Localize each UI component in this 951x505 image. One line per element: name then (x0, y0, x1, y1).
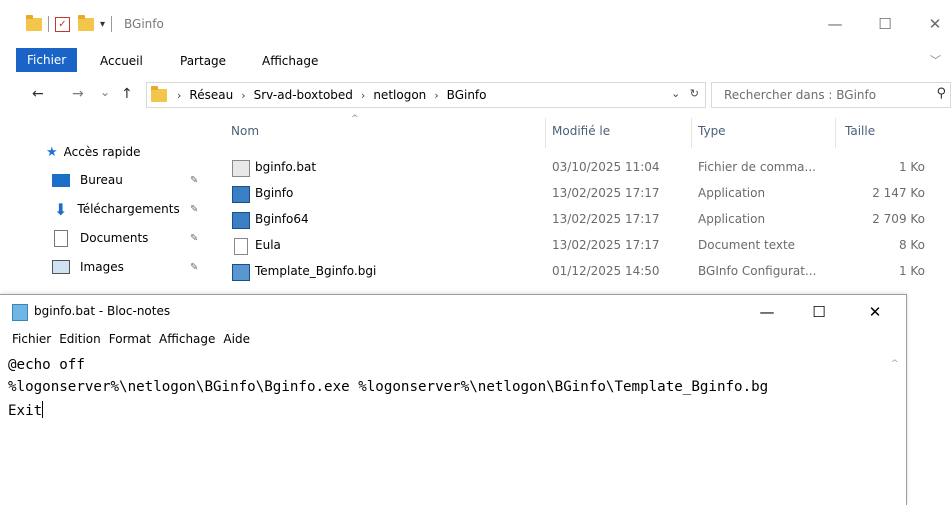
pictures-icon (52, 260, 70, 274)
pin-icon[interactable]: ✎ (190, 262, 198, 273)
notepad-vertical-scrollbar[interactable]: ^ (886, 353, 906, 505)
file-row-bginfo64[interactable]: Bginfo64 13/02/2025 17:17 Application 2 … (205, 208, 951, 232)
column-divider[interactable] (835, 118, 836, 148)
notepad-icon (12, 304, 28, 321)
ribbon-expand-icon[interactable]: ﹀ (930, 52, 941, 68)
menu-fichier[interactable]: Fichier (12, 332, 51, 352)
search-placeholder: Rechercher dans : BGinfo (724, 88, 877, 102)
back-arrow-icon[interactable]: ← (32, 86, 44, 102)
breadcrumb-reseau[interactable]: Réseau (189, 88, 233, 102)
breadcrumb-separator-icon: › (241, 88, 246, 102)
nav-item-documents[interactable]: Documents ✎ (0, 225, 205, 251)
navigation-pane: ★ Accès rapide Bureau ✎ ⬇ Téléchargement… (0, 114, 205, 294)
recent-locations-chevron-icon[interactable]: ⌄ (100, 85, 110, 99)
new-folder-icon[interactable] (78, 14, 94, 31)
toolbar-separator (111, 16, 113, 32)
column-divider[interactable] (691, 118, 692, 148)
address-row: ← → ⌄ ↑ › Réseau › Srv-ad-boxtobed › net… (0, 80, 951, 110)
refresh-icon[interactable]: ↻ (690, 87, 699, 100)
notepad-text-area[interactable]: @echo off %logonserver%\netlogon\BGinfo\… (0, 353, 886, 505)
menu-edition[interactable]: Edition (59, 332, 101, 352)
column-divider[interactable] (545, 118, 546, 148)
menu-affichage[interactable]: Affichage (159, 332, 215, 352)
notepad-menubar: Fichier Edition Format Affichage Aide (0, 332, 258, 352)
folder-icon (26, 14, 42, 31)
notepad-title: bginfo.bat - Bloc-notes (34, 304, 171, 318)
quick-access-toolbar: ✓ ▾ BGinfo (26, 14, 164, 34)
nav-item-bureau[interactable]: Bureau ✎ (0, 167, 205, 193)
file-row-template-bginfo[interactable]: Template_Bginfo.bgi 01/12/2025 14:50 BGI… (205, 260, 951, 284)
desktop-icon (52, 173, 70, 187)
column-header-size[interactable]: Taille (845, 124, 875, 138)
breadcrumb-netlogon[interactable]: netlogon (373, 88, 426, 102)
customize-toolbar-dropdown-icon[interactable]: ▾ (100, 19, 105, 30)
address-controls: ⌄ ↻ (671, 87, 699, 100)
tab-affichage[interactable]: Affichage (262, 51, 318, 71)
search-icon[interactable]: ⚲ (936, 86, 946, 101)
scroll-up-arrow-icon[interactable]: ^ (891, 359, 899, 369)
window-title: BGinfo (124, 17, 164, 31)
text-document-icon (234, 238, 248, 255)
file-row-eula[interactable]: Eula 13/02/2025 17:17 Document texte 8 K… (205, 234, 951, 258)
tab-fichier[interactable]: Fichier (16, 48, 78, 72)
properties-check-icon[interactable]: ✓ (55, 16, 70, 32)
application-icon (232, 212, 250, 229)
address-bar[interactable]: › Réseau › Srv-ad-boxtobed › netlogon › … (146, 82, 706, 108)
documents-icon (54, 229, 68, 247)
text-line: @echo off (8, 357, 85, 373)
download-arrow-icon: ⬇ (54, 199, 68, 219)
bginfo-config-icon (232, 264, 250, 281)
batch-file-icon (232, 160, 250, 177)
file-row-bginfo-bat[interactable]: bginfo.bat 03/10/2025 11:04 Fichier de c… (205, 156, 951, 180)
tab-partage[interactable]: Partage (180, 51, 226, 71)
close-button[interactable]: ✕ (912, 12, 951, 36)
column-header-type[interactable]: Type (698, 124, 726, 138)
file-list: ^ Nom Modifié le Type Taille bginfo.bat … (205, 110, 951, 295)
address-dropdown-icon[interactable]: ⌄ (671, 87, 680, 100)
notepad-window: bginfo.bat - Bloc-notes — ☐ ✕ Fichier Ed… (0, 294, 907, 505)
file-row-bginfo[interactable]: Bginfo 13/02/2025 17:17 Application 2 14… (205, 182, 951, 206)
text-line: Exit (8, 403, 43, 419)
notepad-minimize-button[interactable]: — (744, 300, 790, 324)
column-header-name[interactable]: Nom (231, 124, 259, 138)
nav-item-telechargements[interactable]: ⬇ Téléchargements ✎ (0, 196, 205, 222)
minimize-button[interactable]: — (812, 12, 858, 36)
search-box[interactable]: Rechercher dans : BGinfo ⚲ (711, 82, 951, 108)
notepad-close-button[interactable]: ✕ (852, 300, 898, 324)
pin-icon[interactable]: ✎ (190, 204, 198, 215)
ribbon-tabs: Fichier Accueil Partage Affichage ﹀ (0, 48, 951, 72)
maximize-button[interactable]: ☐ (862, 12, 908, 36)
text-line: %logonserver%\netlogon\BGinfo\Bginfo.exe… (8, 379, 769, 395)
column-header-modified[interactable]: Modifié le (552, 124, 610, 138)
breadcrumb-separator-icon: › (360, 88, 366, 102)
breadcrumb-separator-icon: › (177, 88, 182, 102)
star-icon: ★ (46, 144, 58, 160)
text-caret (42, 401, 44, 418)
text-line-with-caret: Exit (8, 401, 44, 419)
sort-ascending-icon: ^ (351, 114, 359, 124)
explorer-titlebar: ✓ ▾ BGinfo — ☐ ✕ (0, 0, 951, 48)
forward-arrow-icon[interactable]: → (72, 86, 84, 102)
application-icon (232, 186, 250, 203)
notepad-maximize-button[interactable]: ☐ (796, 300, 842, 324)
breadcrumb-server[interactable]: Srv-ad-boxtobed (254, 88, 353, 102)
breadcrumb-separator-icon: › (434, 88, 439, 102)
breadcrumb-bginfo[interactable]: BGinfo (447, 88, 487, 102)
quick-access-header[interactable]: ★ Accès rapide (0, 139, 205, 165)
up-arrow-icon[interactable]: ↑ (121, 86, 133, 102)
tab-accueil[interactable]: Accueil (100, 51, 143, 71)
pin-icon[interactable]: ✎ (190, 233, 198, 244)
notepad-titlebar: bginfo.bat - Bloc-notes — ☐ ✕ (0, 295, 906, 329)
pin-icon[interactable]: ✎ (190, 175, 198, 186)
folder-icon (151, 85, 167, 102)
nav-item-images[interactable]: Images ✎ (0, 254, 205, 280)
menu-aide[interactable]: Aide (223, 332, 250, 352)
toolbar-separator (48, 16, 49, 32)
menu-format[interactable]: Format (109, 332, 151, 352)
